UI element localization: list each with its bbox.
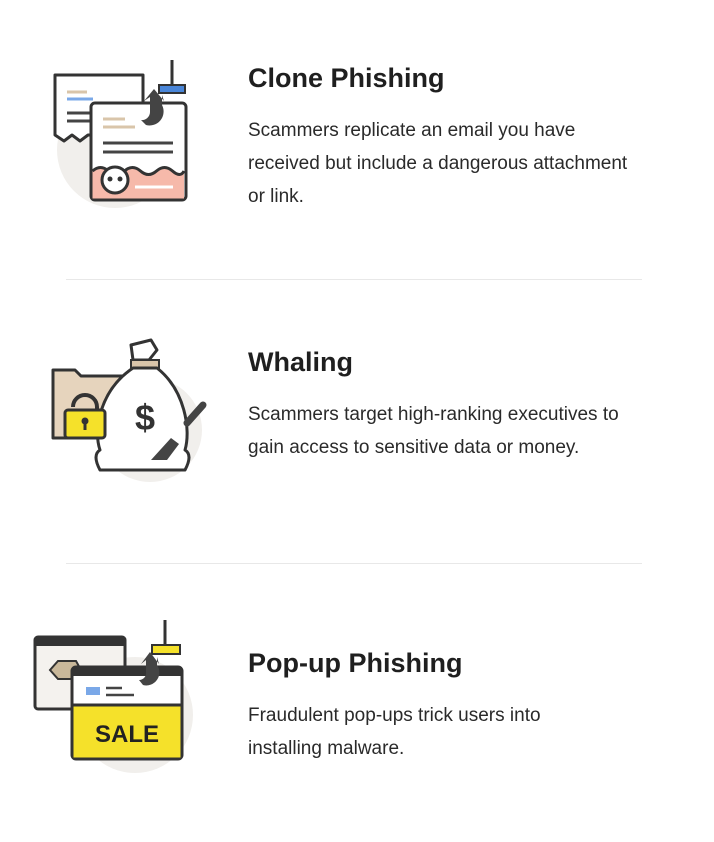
item-title: Clone Phishing: [248, 63, 445, 93]
popup-phishing-icon: SALE: [33, 620, 193, 773]
item-description: Scammers target high-ranking executives …: [248, 404, 619, 458]
item-title: Whaling: [248, 347, 353, 377]
item-description: Scammers replicate an email you have rec…: [248, 120, 628, 207]
svg-text:$: $: [135, 397, 155, 438]
sale-label: SALE: [95, 721, 159, 748]
clone-phishing-icon: [53, 60, 188, 208]
divider: [66, 279, 642, 280]
divider: [66, 563, 642, 564]
item-title: Pop-up Phishing: [248, 648, 463, 678]
whaling-icon: $: [51, 338, 207, 482]
item-description: Fraudulent pop-ups trick users into inst…: [248, 705, 541, 759]
